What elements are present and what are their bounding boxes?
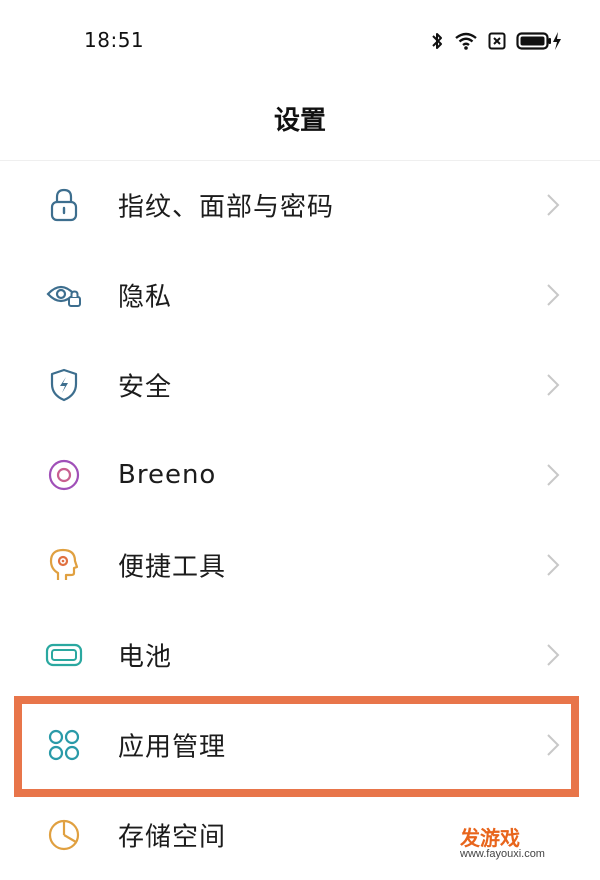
chevron-right-icon: [547, 464, 560, 486]
wifi-icon: [455, 32, 477, 50]
settings-item-label: 存储空间: [118, 822, 227, 853]
title-bar: 设置: [0, 80, 600, 161]
settings-item-label: 电池: [118, 642, 173, 673]
chevron-right-icon: [547, 284, 560, 306]
watermark-url: www.fayouxi.com: [460, 848, 545, 860]
settings-list: 指纹、面部与密码 隐私 安全 Breeno 便捷工具 电池 应用管理 存储空间: [0, 160, 600, 880]
shield-icon: [44, 365, 84, 405]
chevron-right-icon: [547, 644, 560, 666]
storage-pie-icon: [44, 815, 84, 855]
settings-item-label: 指纹、面部与密码: [118, 192, 335, 223]
watermark: 发游戏 www.fayouxi.com: [460, 822, 545, 862]
apps-icon: [44, 725, 84, 765]
convenience-tools-icon: [44, 545, 84, 585]
settings-item-convenience-tools[interactable]: 便捷工具: [0, 520, 600, 610]
settings-item-app-management[interactable]: 应用管理: [0, 700, 600, 790]
chevron-right-icon: [547, 194, 560, 216]
settings-item-breeno[interactable]: Breeno: [0, 430, 600, 520]
watermark-title: 发游戏: [460, 826, 520, 850]
settings-item-label: 隐私: [118, 282, 173, 313]
privacy-eye-icon: [44, 275, 84, 315]
settings-item-label: Breeno: [118, 460, 217, 490]
bluetooth-icon: [432, 33, 442, 49]
settings-item-label: 应用管理: [118, 732, 227, 763]
battery-status-icon: [516, 32, 561, 50]
status-time: 18:51: [84, 28, 145, 52]
settings-item-label: 安全: [118, 372, 173, 403]
chevron-right-icon: [547, 554, 560, 576]
lock-icon: [44, 185, 84, 225]
status-icons: [430, 29, 562, 53]
settings-item-label: 便捷工具: [118, 552, 227, 583]
no-sim-icon: [488, 32, 506, 50]
page-title: 设置: [273, 106, 326, 136]
status-bar: 18:51: [0, 0, 600, 80]
chevron-right-icon: [547, 734, 560, 756]
settings-item-privacy[interactable]: 隐私: [0, 250, 600, 340]
settings-item-fingerprint-face-password[interactable]: 指纹、面部与密码: [0, 160, 600, 250]
settings-item-security[interactable]: 安全: [0, 340, 600, 430]
chevron-right-icon: [547, 374, 560, 396]
battery-icon: [44, 635, 84, 675]
settings-item-battery[interactable]: 电池: [0, 610, 600, 700]
breeno-icon: [44, 455, 84, 495]
